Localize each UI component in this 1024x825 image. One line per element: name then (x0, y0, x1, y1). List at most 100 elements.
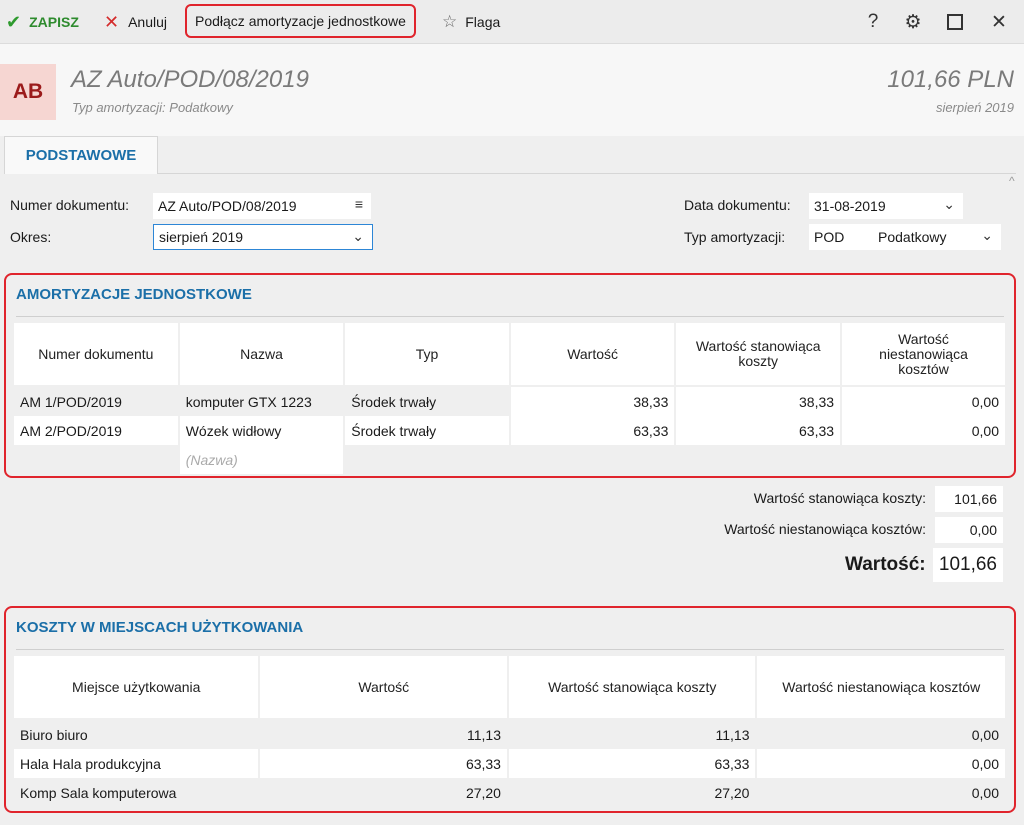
document-title: AZ Auto/POD/08/2019 (71, 66, 309, 93)
total-value-label: Wartość: (845, 554, 926, 575)
unit-depreciations-table: Numer dokumentu Nazwa Typ Wartość Wartoś… (12, 323, 1007, 474)
tab-divider (158, 173, 1016, 174)
cell-cost-value: 38,33 (676, 387, 841, 416)
doc-number-value: AZ Auto/POD/08/2019 (158, 198, 297, 214)
cancel-label: Anuluj (128, 14, 168, 30)
cell-value: 11,13 (466, 726, 501, 743)
doc-number-field[interactable]: AZ Auto/POD/08/2019 ≡ (153, 193, 371, 219)
noncost-total-label: Wartość niestanowiąca kosztów: (724, 521, 926, 537)
cell-doc-number: AM 1/POD/2019 (20, 393, 122, 410)
dep-type-name: Podatkowy (878, 229, 947, 245)
cell-cost-value: 63,33 (508, 749, 756, 778)
cell-cost-value: 27,20 (714, 784, 750, 801)
column-header[interactable]: Wartość stanowiąca koszty (508, 656, 756, 718)
dep-type-select[interactable]: POD Podatkowy ⌄ (809, 224, 1001, 250)
flag-button[interactable]: ☆ Flaga (442, 0, 500, 44)
cancel-button[interactable]: ✕ Anuluj (104, 0, 167, 44)
checkmark-icon: ✔ (6, 11, 22, 32)
chevron-down-icon: ⌄ (981, 227, 993, 243)
cell-value: 27,20 (465, 784, 501, 801)
cell-name: Wózek widłowy (179, 416, 344, 445)
empty-cell (842, 445, 1005, 474)
cell-cost-value: 11,13 (715, 726, 750, 743)
connect-unit-depreciations-button[interactable]: Podłącz amortyzacje jednostkowe (185, 4, 416, 38)
cell-value: 38,33 (510, 387, 675, 416)
doc-number-label: Numer dokumentu: (10, 197, 130, 213)
cost-total-value: 101,66 (935, 486, 1003, 512)
section-title: AMORTYZACJE JEDNOSTKOWE (16, 286, 252, 303)
help-icon[interactable]: ? (858, 0, 888, 44)
save-label: ZAPISZ (29, 14, 79, 30)
period-select[interactable]: sierpień 2019 ⌄ (153, 224, 373, 250)
usage-location-costs-table: Miejsce użytkowania Wartość Wartość stan… (12, 656, 1007, 807)
total-value: 101,66 (933, 548, 1003, 582)
cell-name: komputer GTX 1223 (185, 393, 312, 410)
column-header[interactable]: Wartość niestanowiąca kosztów (842, 323, 1005, 385)
cell-doc-number: AM 2/POD/2019 (14, 416, 178, 445)
dep-type-label: Typ amortyzacji: (684, 229, 786, 245)
dep-type-code: POD (814, 229, 845, 245)
empty-cell (14, 445, 178, 474)
tab-bar: PODSTAWOWE (0, 136, 1024, 174)
new-row[interactable]: (Nazwa) (14, 445, 1005, 474)
maximize-icon[interactable] (940, 0, 970, 44)
table-row[interactable]: Hala Hala produkcyjna 63,33 63,33 0,00 (14, 749, 1005, 778)
unit-depreciations-section: AMORTYZACJE JEDNOSTKOWE Numer dokumentu … (4, 273, 1016, 478)
empty-cell (511, 445, 675, 474)
doc-date-label: Data dokumentu: (684, 197, 791, 213)
tab-podstawowe[interactable]: PODSTAWOWE (4, 136, 158, 174)
gear-icon[interactable]: ⚙ (898, 0, 928, 44)
new-row-name-input[interactable]: (Nazwa) (179, 445, 344, 474)
x-icon: ✕ (104, 11, 120, 32)
section-rule (16, 316, 1004, 317)
document-amount: 101,66 PLN (887, 66, 1014, 93)
table-row[interactable]: AM 2/POD/2019 Wózek widłowy Środek trwał… (14, 416, 1005, 445)
cell-value: 63,33 (510, 416, 675, 445)
column-header[interactable]: Wartość (510, 323, 675, 385)
section-rule (16, 649, 1004, 650)
flag-label: Flaga (465, 14, 501, 30)
column-header[interactable]: Numer dokumentu (14, 323, 178, 385)
section-title: KOSZTY W MIEJSCACH UŻYTKOWANIA (16, 619, 304, 636)
star-icon: ☆ (442, 12, 458, 31)
empty-cell (345, 445, 509, 474)
doc-date-value: 31-08-2019 (814, 198, 886, 214)
cell-noncost-value: 0,00 (842, 387, 1005, 416)
cell-value: 63,33 (260, 749, 507, 778)
empty-cell (676, 445, 840, 474)
cell-noncost-value: 0,00 (842, 416, 1005, 445)
column-header[interactable]: Wartość (260, 656, 507, 718)
usage-location-costs-section: KOSZTY W MIEJSCACH UŻYTKOWANIA Miejsce u… (4, 606, 1016, 813)
connect-label: Podłącz amortyzacje jednostkowe (195, 13, 406, 29)
doc-date-field[interactable]: 31-08-2019 ⌄ (809, 193, 963, 219)
collapse-caret-icon[interactable]: ^ (1009, 174, 1015, 188)
cell-type: Środek trwały (345, 416, 509, 445)
table-row[interactable]: Komp Sala komputerowa 27,20 27,20 0,00 (14, 778, 1005, 807)
depreciation-type-subtitle: Typ amortyzacji: Podatkowy (72, 100, 233, 115)
cell-location: Biuro biuro (20, 726, 88, 743)
chevron-down-icon[interactable]: ⌄ (943, 196, 955, 213)
cell-noncost-value: 0,00 (757, 749, 1005, 778)
cell-type: Środek trwały (351, 393, 437, 410)
chevron-down-icon: ⌄ (352, 228, 364, 244)
period-label: Okres: (10, 229, 52, 245)
table-row[interactable]: Biuro biuro 11,13 11,13 0,00 (14, 720, 1005, 749)
cost-total-label: Wartość stanowiąca koszty: (753, 490, 926, 506)
column-header[interactable]: Wartość stanowiąca koszty (676, 323, 841, 385)
document-header: AB AZ Auto/POD/08/2019 Typ amortyzacji: … (0, 44, 1024, 136)
avatar: AB (0, 64, 56, 120)
column-header[interactable]: Nazwa (179, 323, 344, 385)
save-button[interactable]: ✔ ZAPISZ (6, 0, 79, 44)
list-icon[interactable]: ≡ (355, 196, 363, 212)
document-period: sierpień 2019 (935, 100, 1014, 115)
column-header[interactable]: Miejsce użytkowania (14, 656, 259, 718)
cell-location: Komp Sala komputerowa (20, 784, 177, 801)
period-value: sierpień 2019 (159, 229, 244, 245)
column-header[interactable]: Wartość niestanowiąca kosztów (757, 656, 1005, 718)
noncost-total-value: 0,00 (935, 517, 1003, 543)
table-row[interactable]: AM 1/POD/2019 komputer GTX 1223 Środek t… (14, 387, 1005, 416)
close-icon[interactable]: ✕ (984, 0, 1014, 44)
column-header[interactable]: Typ (345, 323, 509, 385)
cell-noncost-value: 0,00 (971, 784, 999, 801)
cell-noncost-value: 0,00 (971, 726, 999, 743)
